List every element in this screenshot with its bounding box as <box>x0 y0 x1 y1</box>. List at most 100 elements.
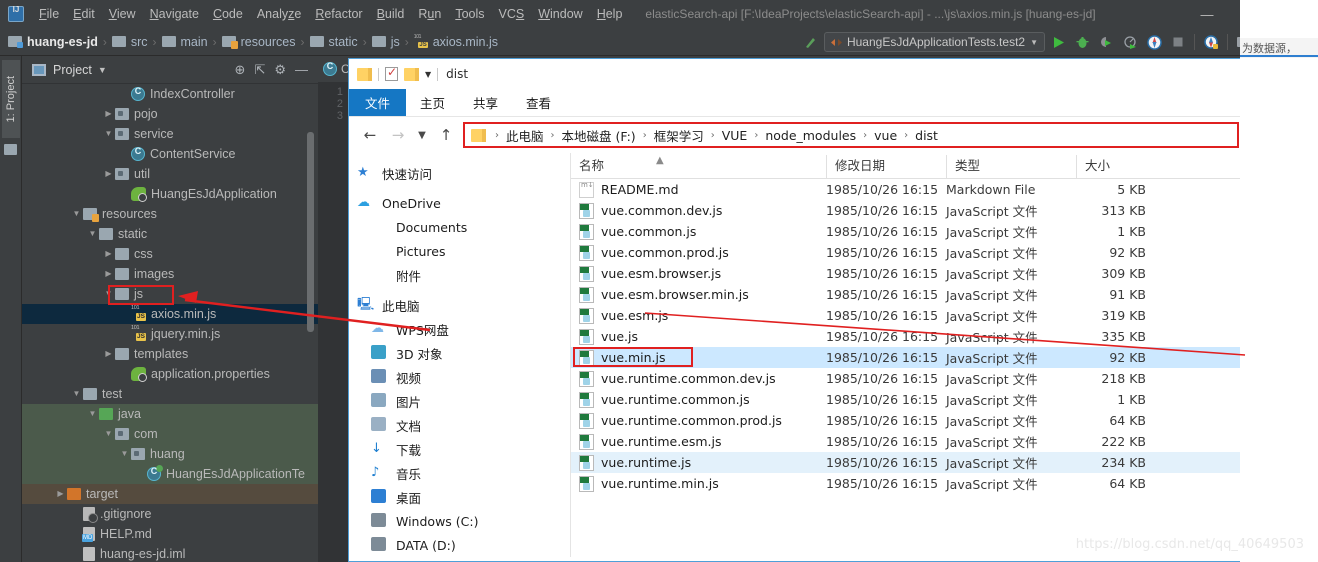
breadcrumb-item-module[interactable]: huang-es-jd <box>8 35 98 49</box>
forward-arrow-icon[interactable]: → <box>385 123 411 147</box>
table-row[interactable]: README.md 1985/10/26 16:15 Markdown File 5 … <box>571 179 1247 200</box>
tab-home[interactable]: 主页 <box>406 89 459 116</box>
menu-navigate[interactable]: Navigate <box>143 4 206 24</box>
chevron-down-icon[interactable]: ▼ <box>86 230 99 238</box>
nav-item-pictures-9[interactable]: 图片 <box>349 389 570 413</box>
tree-item-help-md[interactable]: HELP.md <box>22 524 318 544</box>
chevron-down-icon[interactable]: ▼ <box>86 410 99 418</box>
breadcrumb-item-src[interactable]: src <box>111 35 148 49</box>
menu-analyze[interactable]: Analyze <box>250 4 308 24</box>
nav-item-this-pc-5[interactable]: 🖳 此电脑 <box>349 293 570 317</box>
nav-item-desktop-13[interactable]: 桌面 <box>349 485 570 509</box>
nav-item-downloads-11[interactable]: ↓ 下载 <box>349 437 570 461</box>
tree-item-images[interactable]: ▶ images <box>22 264 318 284</box>
nav-item-music-12[interactable]: ♪ 音乐 <box>349 461 570 485</box>
profile-icon[interactable] <box>1119 31 1141 53</box>
table-row[interactable]: vue.common.dev.js 1985/10/26 16:15 JavaScr… <box>571 200 1247 221</box>
customize-caret-icon[interactable]: ▼ <box>425 70 431 79</box>
chevron-right-icon[interactable]: ▶ <box>102 350 115 358</box>
table-row[interactable]: vue.runtime.common.js 1985/10/26 16:15 Jav… <box>571 389 1247 410</box>
table-row[interactable]: vue.esm.browser.js 1985/10/26 16:15 JavaSc… <box>571 263 1247 284</box>
chevron-right-icon[interactable]: ▶ <box>102 270 115 278</box>
nav-item-folder-3[interactable]: Pictures <box>349 239 570 263</box>
nav-item-3d-objects-7[interactable]: 3D 对象 <box>349 341 570 365</box>
tab-view[interactable]: 查看 <box>512 89 565 116</box>
chevron-right-icon[interactable]: ▶ <box>54 490 67 498</box>
tree-scrollbar[interactable] <box>307 132 314 332</box>
chevron-down-icon[interactable]: ▼ <box>98 65 107 75</box>
nav-item-folder-4[interactable]: 附件 <box>349 263 570 287</box>
table-row[interactable]: vue.runtime.esm.js 1985/10/26 16:15 JavaSc… <box>571 431 1247 452</box>
table-row[interactable]: vue.min.js 1985/10/26 16:15 JavaScript 文件 9… <box>571 347 1247 368</box>
nav-item-documents-10[interactable]: 文档 <box>349 413 570 437</box>
tree-item-util[interactable]: ▶ util <box>22 164 318 184</box>
table-row[interactable]: vue.js 1985/10/26 16:15 JavaScript 文件 335 K… <box>571 326 1247 347</box>
nav-item-onedrive-cloud-1[interactable]: ☁ OneDrive <box>349 191 570 215</box>
table-row[interactable]: vue.esm.js 1985/10/26 16:15 JavaScript 文件 3… <box>571 305 1247 326</box>
column-header-name[interactable]: 名称 ▲ <box>571 155 826 178</box>
stop-icon[interactable] <box>1167 31 1189 53</box>
address-crumb-folder4[interactable]: vue <box>873 128 898 143</box>
tree-item-huang[interactable]: ▼ huang <box>22 444 318 464</box>
minimize-button[interactable]: — <box>1186 1 1228 27</box>
debug-icon[interactable] <box>1071 31 1093 53</box>
chevron-down-icon[interactable]: ▼ <box>118 450 131 458</box>
address-breadcrumb-bar[interactable]: › 此电脑 › 本地磁盘 (F:) › 框架学习 › VUE › node_mo… <box>463 122 1239 148</box>
hide-icon[interactable]: — <box>295 63 308 76</box>
chevron-right-icon[interactable]: ▶ <box>102 250 115 258</box>
menu-tools[interactable]: Tools <box>448 4 491 24</box>
table-row[interactable]: vue.common.js 1985/10/26 16:15 JavaScript … <box>571 221 1247 242</box>
menu-vcs[interactable]: VCS <box>492 4 532 24</box>
tree-item-axios-min-js[interactable]: axios.min.js <box>22 304 318 324</box>
address-crumb-drive[interactable]: 本地磁盘 (F:) <box>561 126 637 145</box>
tree-item-test[interactable]: ▼ test <box>22 384 318 404</box>
idea-run-icon[interactable] <box>1143 31 1165 53</box>
tree-item-resources[interactable]: ▼ resources <box>22 204 318 224</box>
table-row[interactable]: vue.runtime.common.dev.js 1985/10/26 16:1… <box>571 368 1247 389</box>
chevron-down-icon[interactable]: ▼ <box>70 390 83 398</box>
build-icon[interactable] <box>800 31 822 53</box>
tree-item-huang-es-jd-iml[interactable]: huang-es-jd.iml <box>22 544 318 562</box>
menu-run[interactable]: Run <box>411 4 448 24</box>
address-crumb-folder1[interactable]: 框架学习 <box>653 126 705 145</box>
explorer-file-list[interactable]: 名称 ▲ 修改日期 类型 大小 README.md 1985/10/26 16:1… <box>571 153 1247 557</box>
run-with-coverage-icon[interactable] <box>1095 31 1117 53</box>
run-icon[interactable] <box>1047 31 1069 53</box>
tree-item-service[interactable]: ▼ service <box>22 124 318 144</box>
run-configuration-selector[interactable]: HuangEsJdApplicationTests.test2 ▼ <box>823 32 1045 52</box>
nav-item-drive-15[interactable]: DATA (D:) <box>349 533 570 557</box>
tree-item-templates[interactable]: ▶ templates <box>22 344 318 364</box>
nav-item-folder-2[interactable]: Documents <box>349 215 570 239</box>
column-header-size[interactable]: 大小 <box>1076 155 1154 178</box>
tree-item-static[interactable]: ▼ static <box>22 224 318 244</box>
tree-item-java[interactable]: ▼ java <box>22 404 318 424</box>
chevron-down-icon[interactable]: ▼ <box>102 130 115 138</box>
menu-code[interactable]: Code <box>206 4 250 24</box>
breadcrumb-item-static[interactable]: static <box>309 35 358 49</box>
menu-view[interactable]: View <box>102 4 143 24</box>
column-header-date[interactable]: 修改日期 <box>826 155 946 178</box>
chevron-right-icon[interactable]: ▶ <box>102 110 115 118</box>
collapse-all-icon[interactable]: ⇱ <box>254 63 265 76</box>
breadcrumb-item-js[interactable]: js <box>371 35 400 49</box>
table-row[interactable]: vue.runtime.common.prod.js 1985/10/26 16:… <box>571 410 1247 431</box>
folder-icon[interactable] <box>404 67 419 81</box>
address-crumb-folder2[interactable]: VUE <box>721 128 749 143</box>
address-crumb-current[interactable]: dist <box>914 128 939 143</box>
properties-icon[interactable] <box>385 65 398 81</box>
back-arrow-icon[interactable]: ← <box>357 123 383 147</box>
table-row[interactable]: vue.runtime.min.js 1985/10/26 16:15 JavaSc… <box>571 473 1247 494</box>
nav-item-videos-8[interactable]: 视频 <box>349 365 570 389</box>
chevron-right-icon[interactable]: ▶ <box>102 170 115 178</box>
breadcrumb-item-file[interactable]: axios.min.js <box>414 34 498 49</box>
tree-item-application-properties[interactable]: application.properties <box>22 364 318 384</box>
tab-file[interactable]: 文件 <box>349 89 407 116</box>
tree-item-css[interactable]: ▶ css <box>22 244 318 264</box>
menu-help[interactable]: Help <box>590 4 630 24</box>
tab-share[interactable]: 共享 <box>459 89 512 116</box>
update-project-icon[interactable] <box>1200 31 1222 53</box>
nav-item-windows-drive-14[interactable]: Windows (C:) <box>349 509 570 533</box>
tree-item-pojo[interactable]: ▶ pojo <box>22 104 318 124</box>
locate-icon[interactable]: ⊕ <box>235 63 246 76</box>
tool-window-tab-project[interactable]: 1: Project <box>2 60 20 138</box>
